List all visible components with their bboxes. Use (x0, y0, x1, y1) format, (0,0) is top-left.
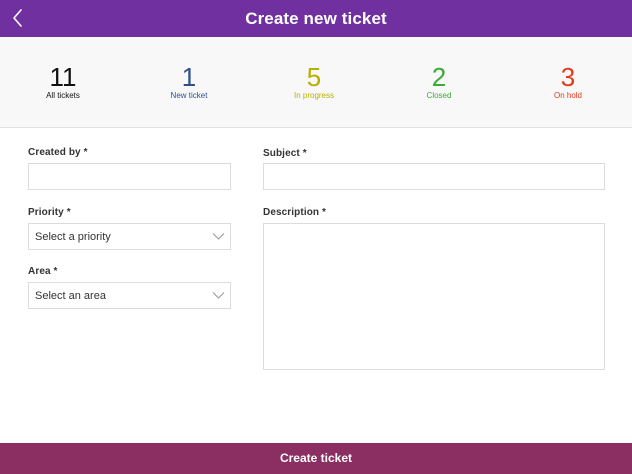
stat-label: On hold (553, 91, 583, 100)
subject-label: Subject * (263, 148, 307, 159)
stat-label: New ticket (170, 91, 208, 100)
description-textarea[interactable] (263, 223, 605, 370)
stat-label: Closed (426, 91, 452, 100)
area-selected-value: Select an area (35, 290, 106, 302)
priority-select[interactable]: Select a priority (28, 223, 231, 250)
stat-count: 3 (560, 62, 576, 92)
ticket-stats: 11 All tickets 1 New ticket 5 In progres… (0, 37, 632, 128)
stat-count: 2 (431, 62, 447, 92)
subject-input[interactable] (263, 163, 605, 190)
description-label: Description * (263, 207, 326, 218)
create-ticket-button[interactable]: Create ticket (0, 443, 632, 474)
stat-count: 5 (306, 62, 322, 92)
stat-closed[interactable]: 2 Closed (389, 63, 489, 101)
stat-in-progress[interactable]: 5 In progress (264, 63, 364, 101)
stat-new-ticket[interactable]: 1 New ticket (139, 63, 239, 101)
created-by-label: Created by * (28, 147, 88, 158)
priority-label: Priority * (28, 207, 71, 218)
page-title: Create new ticket (245, 9, 387, 28)
chevron-down-icon (212, 292, 225, 299)
stat-count: 1 (181, 62, 197, 92)
created-by-input[interactable] (28, 163, 231, 190)
stat-count: 11 (49, 62, 77, 92)
stat-label: All tickets (46, 91, 80, 100)
stat-on-hold[interactable]: 3 On hold (518, 63, 618, 101)
chevron-down-icon (212, 233, 225, 240)
stat-all-tickets[interactable]: 11 All tickets (13, 63, 113, 101)
stat-label: In progress (293, 91, 335, 100)
app-header: Create new ticket (0, 0, 632, 37)
area-label: Area * (28, 266, 58, 277)
create-ticket-screen: Create new ticket 11 All tickets 1 New t… (0, 0, 632, 474)
priority-selected-value: Select a priority (35, 231, 111, 243)
area-select[interactable]: Select an area (28, 282, 231, 309)
